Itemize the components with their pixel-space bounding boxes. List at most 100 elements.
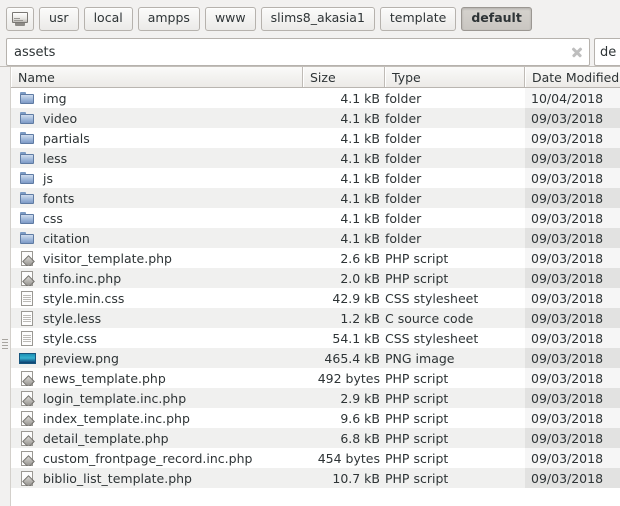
file-name-cell: partials — [11, 131, 303, 146]
file-type-cell: PHP script — [385, 430, 449, 446]
php-file-icon — [19, 250, 36, 266]
file-date-cell: 09/03/2018 — [525, 368, 620, 388]
file-type-cell: folder — [385, 110, 422, 126]
file-name-label: video — [43, 110, 78, 126]
column-header-date-modified[interactable]: Date Modified — [525, 67, 620, 87]
file-name-cell: citation — [11, 231, 303, 246]
column-header-name[interactable]: Name — [11, 67, 303, 87]
php-file-icon — [19, 430, 36, 446]
file-name-cell: news_template.php — [11, 370, 303, 386]
column-header-row: Name Size Type Date Modified — [11, 67, 620, 88]
file-name-label: login_template.inc.php — [43, 390, 187, 406]
table-row[interactable]: img 4.1 kB folder 10/04/2018 — [11, 88, 620, 108]
table-row[interactable]: custom_frontpage_record.inc.php 454 bytes… — [11, 448, 620, 468]
table-row[interactable]: citation 4.1 kB folder 09/03/2018 — [11, 228, 620, 248]
file-type-cell: folder — [385, 210, 422, 226]
file-type-cell: PHP script — [385, 410, 449, 426]
breadcrumb-item-usr[interactable]: usr — [39, 6, 79, 31]
file-type-cell: PHP script — [385, 250, 449, 266]
file-type-cell: PHP script — [385, 270, 449, 286]
file-name-label: partials — [43, 130, 90, 146]
table-row[interactable]: login_template.inc.php 2.9 kB PHP script 09… — [11, 388, 620, 408]
table-row[interactable]: index_template.inc.php 9.6 kB PHP script 09… — [11, 408, 620, 428]
file-date-cell: 09/03/2018 — [525, 268, 620, 288]
breadcrumb-item-template[interactable]: template — [379, 6, 457, 31]
scrollbar-grip[interactable] — [2, 337, 8, 353]
file-name-cell: less — [11, 151, 303, 166]
file-size-cell: 4.1 kB — [340, 150, 380, 166]
file-size-cell: 1.2 kB — [340, 310, 380, 326]
file-type-cell: CSS stylesheet — [385, 330, 479, 346]
file-name-cell: style.less — [11, 310, 303, 326]
table-row[interactable]: visitor_template.php 2.6 kB PHP script 09/0… — [11, 248, 620, 268]
file-name-cell: biblio_list_template.php — [11, 470, 303, 486]
table-row[interactable]: style.less 1.2 kB C source code 09/03/2018 — [11, 308, 620, 328]
breadcrumb-pathbar: usr local ampps www slims8_akasia1 templ… — [0, 0, 620, 38]
file-name-label: preview.png — [43, 350, 119, 366]
table-row[interactable]: biblio_list_template.php 10.7 kB PHP scrip… — [11, 468, 620, 488]
file-size-cell: 4.1 kB — [340, 90, 380, 106]
file-size-cell: 42.9 kB — [332, 290, 380, 306]
file-name-label: citation — [43, 230, 90, 246]
table-row[interactable]: js 4.1 kB folder 09/03/2018 — [11, 168, 620, 188]
breadcrumb-item-slims8-akasia1[interactable]: slims8_akasia1 — [260, 6, 375, 31]
file-size-cell: 492 bytes — [317, 370, 380, 386]
table-row[interactable]: style.css 54.1 kB CSS stylesheet 09/03/2018 — [11, 328, 620, 348]
file-name-label: style.less — [43, 310, 102, 326]
breadcrumb-item-default[interactable]: default — [461, 6, 532, 31]
file-date-cell: 09/03/2018 — [525, 288, 620, 308]
file-date-cell: 09/03/2018 — [525, 428, 620, 448]
table-row[interactable]: style.min.css 42.9 kB CSS stylesheet 09/03/… — [11, 288, 620, 308]
vertical-scrollbar[interactable] — [0, 67, 11, 506]
file-name-label: js — [43, 170, 53, 186]
file-size-cell: 10.7 kB — [332, 470, 380, 486]
column-header-type[interactable]: Type — [385, 67, 525, 87]
table-row[interactable]: video 4.1 kB folder 09/03/2018 — [11, 108, 620, 128]
file-name-label: style.css — [43, 330, 97, 346]
file-name-cell: js — [11, 171, 303, 186]
php-file-icon — [19, 450, 36, 466]
file-name-label: biblio_list_template.php — [43, 470, 192, 486]
file-size-cell: 454 bytes — [317, 450, 380, 466]
file-type-cell: folder — [385, 150, 422, 166]
file-type-cell: folder — [385, 230, 422, 246]
breadcrumb-item-ampps[interactable]: ampps — [137, 6, 200, 31]
php-file-icon — [19, 410, 36, 426]
table-row[interactable]: less 4.1 kB folder 09/03/2018 — [11, 148, 620, 168]
table-row[interactable]: fonts 4.1 kB folder 09/03/2018 — [11, 188, 620, 208]
table-row[interactable]: css 4.1 kB folder 09/03/2018 — [11, 208, 620, 228]
file-date-cell: 10/04/2018 — [525, 88, 620, 108]
table-row[interactable]: preview.png 465.4 kB PNG image 09/03/2018 — [11, 348, 620, 368]
location-input[interactable]: assets — [6, 38, 590, 66]
file-type-cell: folder — [385, 190, 422, 206]
table-row[interactable]: detail_template.php 6.8 kB PHP script 09/03… — [11, 428, 620, 448]
file-size-cell: 54.1 kB — [332, 330, 380, 346]
table-row[interactable]: tinfo.inc.php 2.0 kB PHP script 09/03/2018 — [11, 268, 620, 288]
breadcrumb-item-local[interactable]: local — [83, 6, 133, 31]
breadcrumb-home-button[interactable] — [6, 6, 34, 31]
file-name-cell: login_template.inc.php — [11, 390, 303, 406]
table-row[interactable]: partials 4.1 kB folder 09/03/2018 — [11, 128, 620, 148]
clear-icon[interactable] — [569, 44, 585, 60]
file-type-cell: C source code — [385, 310, 474, 326]
file-size-cell: 465.4 kB — [324, 350, 380, 366]
file-type-cell: PHP script — [385, 450, 449, 466]
file-type-cell: folder — [385, 90, 422, 106]
folder-icon — [19, 151, 36, 166]
file-type-cell: PHP script — [385, 370, 449, 386]
file-date-cell: 09/03/2018 — [525, 128, 620, 148]
table-row[interactable]: news_template.php 492 bytes PHP script 09/0… — [11, 368, 620, 388]
secondary-input[interactable]: de — [594, 38, 620, 66]
file-name-label: custom_frontpage_record.inc.php — [43, 450, 253, 466]
file-type-cell: folder — [385, 130, 422, 146]
breadcrumb-item-www[interactable]: www — [204, 6, 256, 31]
file-manager-window: usr local ampps www slims8_akasia1 templ… — [0, 0, 620, 506]
folder-icon — [19, 231, 36, 246]
file-type-cell: folder — [385, 170, 422, 186]
file-size-cell: 4.1 kB — [340, 130, 380, 146]
file-name-cell: img — [11, 91, 303, 106]
file-list-view: Name Size Type Date Modified img 4.1 kB fo… — [0, 66, 620, 506]
column-header-size[interactable]: Size — [303, 67, 385, 87]
location-entry-row: assets de — [0, 38, 620, 66]
text-file-icon — [19, 330, 36, 346]
